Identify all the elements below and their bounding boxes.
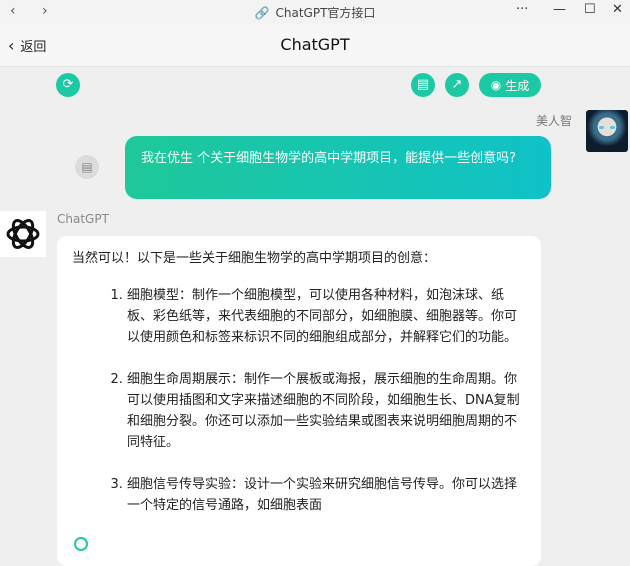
document-icon[interactable]: ▤ [411,73,435,97]
window-title: ChatGPT官方接口 [275,6,376,20]
bot-message-bubble: 当然可以！以下是一些关于细胞生物学的高中学期项目的创意： 细胞模型：制作一个细胞… [57,236,541,566]
list-item: 细胞生命周期展示：制作一个展板或海报，展示细胞的生命周期。你可以使用插图和文字来… [127,369,527,453]
more-menu-icon[interactable]: ··· [516,2,528,17]
generate-label: 生成 [505,78,530,93]
user-message-bubble: 我在优生 个关于细胞生物学的高中学期项目，能提供一些创意吗? [125,136,551,199]
link-icon: 🔗 [254,6,270,20]
avatar [586,110,628,152]
close-button[interactable]: ✕ [612,2,623,17]
user-name: 美人智 [536,114,573,128]
idea-list: 细胞模型：制作一个细胞模型，可以使用各种材料，如泡沫球、纸板、彩色纸等，来代表细… [72,285,527,516]
chatgpt-logo-icon [0,211,46,257]
minimize-button[interactable]: — [553,2,566,17]
refresh-icon[interactable]: ⟳ [56,73,80,97]
maximize-button[interactable]: ☐ [584,2,596,17]
list-item: 细胞模型：制作一个细胞模型，可以使用各种材料，如泡沫球、纸板、彩色纸等，来代表细… [127,285,527,348]
list-item: 细胞信号传导实验：设计一个实验来研究细胞信号传导。你可以选择一个特定的信号通路，… [127,474,527,516]
generate-button[interactable]: ◉ 生成 [479,73,541,97]
copy-document-icon[interactable]: ▤ [75,155,99,179]
loading-spinner-icon [74,537,88,551]
window-titlebar: ‹ › 🔗 ChatGPT官方接口 ··· — ☐ ✕ [0,0,630,24]
page-title: ChatGPT [280,35,350,54]
app-header: ‹ 返回 ChatGPT [0,24,630,67]
window-title-group: 🔗 ChatGPT官方接口 [0,4,630,21]
share-icon[interactable]: ↗ [445,73,469,97]
bot-name: ChatGPT [57,212,109,226]
bot-intro: 当然可以！以下是一些关于细胞生物学的高中学期项目的创意： [72,251,437,266]
audio-icon: ◉ [490,78,502,92]
